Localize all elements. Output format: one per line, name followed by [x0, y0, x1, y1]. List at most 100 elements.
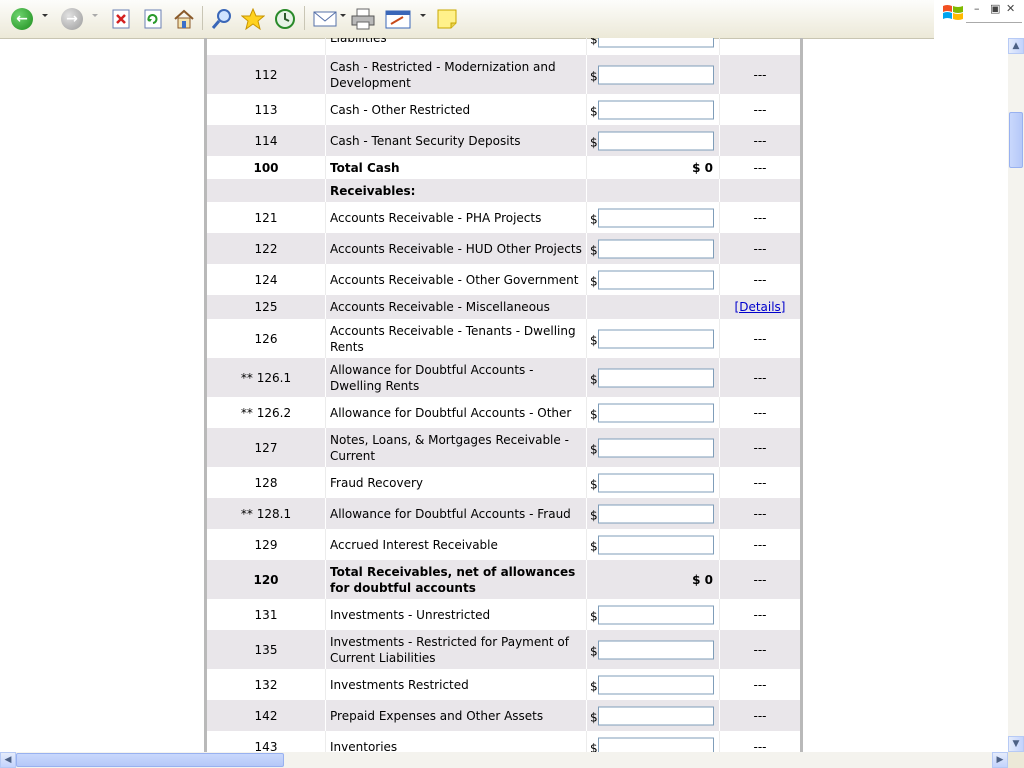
amount-input[interactable] — [598, 100, 714, 119]
amount-input[interactable] — [598, 675, 714, 694]
extra-cell: --- — [720, 397, 800, 428]
amount-input[interactable] — [598, 368, 714, 387]
extra-placeholder: --- — [753, 405, 767, 420]
extra-placeholder: --- — [753, 440, 767, 455]
extra-cell: --- — [720, 529, 800, 560]
amount-input[interactable] — [598, 640, 714, 659]
account-description: Accounts Receivable - Tenants - Dwelling… — [326, 319, 587, 358]
amount-input[interactable] — [598, 208, 714, 227]
dollar-sign: $ — [590, 709, 598, 724]
close-icon[interactable]: ✕ — [1006, 2, 1015, 15]
amount-input[interactable] — [598, 438, 714, 457]
dollar-sign: $ — [590, 332, 598, 347]
restore-icon[interactable]: ▣ — [990, 2, 1000, 15]
mail-button[interactable] — [312, 6, 338, 32]
amount-input[interactable] — [598, 38, 714, 47]
account-description: Fraud Recovery — [326, 467, 587, 498]
amount-input[interactable] — [598, 504, 714, 523]
account-code: 125 — [207, 295, 326, 319]
extra-placeholder: --- — [753, 160, 767, 175]
forward-icon: → — [61, 8, 83, 30]
account-code: 112 — [207, 55, 326, 94]
extra-placeholder: --- — [753, 210, 767, 225]
account-description: Liabilities — [326, 38, 587, 55]
table-row: 112 Cash - Restricted - Modernization and… — [207, 55, 800, 94]
back-button[interactable]: ← — [10, 6, 34, 32]
amount-cell: $ — [587, 264, 720, 295]
account-description: Cash - Restricted - Modernization and De… — [326, 55, 587, 94]
table-row: 124 Accounts Receivable - Other Governmen… — [207, 264, 800, 295]
amount-cell: $ — [587, 94, 720, 125]
amount-input[interactable] — [598, 65, 714, 84]
scroll-left-button[interactable]: ◀ — [0, 752, 16, 768]
scroll-right-button[interactable]: ▶ — [992, 752, 1008, 768]
amount-cell: $ — [587, 358, 720, 397]
extra-cell: [Details] — [720, 295, 800, 319]
edit-button[interactable] — [384, 6, 412, 32]
table-row: 113 Cash - Other Restricted $ --- — [207, 94, 800, 125]
favorites-button[interactable] — [240, 6, 266, 32]
scroll-down-button[interactable]: ▼ — [1008, 736, 1024, 752]
table-row: 120 Total Receivables, net of allowances … — [207, 560, 800, 599]
extra-placeholder: --- — [753, 370, 767, 385]
account-description: Investments - Unrestricted — [326, 599, 587, 630]
extra-placeholder: --- — [753, 67, 767, 82]
scroll-up-button[interactable]: ▲ — [1008, 38, 1024, 54]
account-code: 143 — [207, 731, 326, 752]
amount-cell: $ — [587, 630, 720, 669]
account-code: 132 — [207, 669, 326, 700]
amount-input[interactable] — [598, 737, 714, 752]
dollar-sign: $ — [590, 538, 598, 553]
table-row: 114 Cash - Tenant Security Deposits $ --- — [207, 125, 800, 156]
minimize-icon[interactable]: – — [974, 2, 980, 15]
dollar-sign: $ — [590, 678, 598, 693]
amount-cell: $ — [587, 731, 720, 752]
account-code: 142 — [207, 700, 326, 731]
forward-dropdown-icon[interactable] — [92, 14, 98, 17]
horizontal-scrollbar[interactable]: ◀ ▶ — [0, 752, 1008, 768]
extra-cell: --- — [720, 731, 800, 753]
amount-cell: $ — [587, 467, 720, 498]
note-button[interactable] — [434, 6, 460, 32]
amount-input[interactable] — [598, 270, 714, 289]
table-row: ** 128.1 Allowance for Doubtful Accounts … — [207, 498, 800, 529]
extra-cell: --- — [720, 358, 800, 397]
dollar-sign: $ — [590, 643, 598, 658]
account-description: Investments Restricted — [326, 669, 587, 700]
account-code: 131 — [207, 599, 326, 630]
amount-input[interactable] — [598, 605, 714, 624]
refresh-button[interactable] — [142, 6, 164, 32]
account-description: Accounts Receivable - Miscellaneous — [326, 295, 587, 319]
table-row: 125 Accounts Receivable - Miscellaneous [D… — [207, 295, 800, 319]
account-description: Prepaid Expenses and Other Assets — [326, 700, 587, 731]
history-icon — [275, 9, 295, 29]
extra-placeholder: --- — [753, 708, 767, 723]
account-code: 100 — [207, 156, 326, 179]
print-button[interactable] — [350, 6, 376, 32]
extra-cell: --- — [720, 467, 800, 498]
amount-input[interactable] — [598, 131, 714, 150]
search-button[interactable] — [210, 6, 234, 32]
mail-dropdown-icon[interactable] — [340, 14, 346, 17]
stop-button[interactable] — [110, 6, 132, 32]
home-button[interactable] — [172, 6, 196, 32]
amount-input[interactable] — [598, 535, 714, 554]
extra-placeholder: --- — [753, 133, 767, 148]
account-description: Inventories — [326, 731, 587, 752]
amount-cell: $ — [587, 428, 720, 467]
details-link[interactable]: [Details] — [735, 300, 786, 314]
history-button[interactable] — [272, 6, 298, 32]
horizontal-scroll-thumb[interactable] — [16, 753, 284, 767]
amount-input[interactable] — [598, 329, 714, 348]
vertical-scroll-thumb[interactable] — [1009, 112, 1023, 168]
vertical-scrollbar[interactable]: ▲ ▼ — [1008, 38, 1024, 752]
extra-cell: --- — [720, 669, 800, 700]
amount-input[interactable] — [598, 403, 714, 422]
amount-input[interactable] — [598, 706, 714, 725]
forward-button[interactable]: → — [60, 6, 84, 32]
extra-cell: --- — [720, 233, 800, 264]
amount-input[interactable] — [598, 239, 714, 258]
back-dropdown-icon[interactable] — [42, 14, 48, 17]
amount-input[interactable] — [598, 473, 714, 492]
edit-dropdown-icon[interactable] — [420, 14, 426, 17]
